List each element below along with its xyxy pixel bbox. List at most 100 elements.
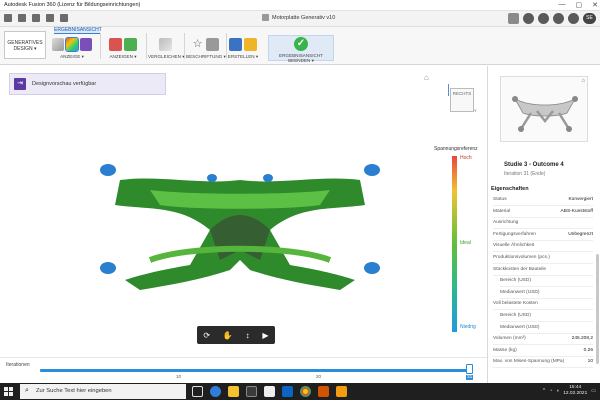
edge-icon[interactable] bbox=[210, 386, 221, 397]
mount-hole bbox=[364, 164, 380, 176]
mount-hole bbox=[263, 174, 273, 182]
property-label: Medianwert (USD) bbox=[500, 324, 540, 330]
canvas-viewport[interactable]: ⇥ Designvorschau verfügbar ⌂ RECHTS Y Sp… bbox=[0, 66, 487, 356]
legend-title: Spannungsreferenz bbox=[434, 146, 478, 152]
close-button[interactable]: ✕ bbox=[592, 1, 598, 9]
home-icon[interactable]: ⌂ bbox=[424, 73, 429, 82]
file-explorer-icon[interactable] bbox=[228, 386, 239, 397]
chevron-down-icon: ▾ bbox=[134, 54, 137, 59]
app-title: Autodesk Fusion 360 (Lizenz für Bildungs… bbox=[4, 2, 141, 8]
z-axis-line bbox=[448, 84, 449, 96]
viewcube[interactable]: RECHTS Y bbox=[446, 84, 478, 116]
orbit-icon[interactable]: ⟳ bbox=[203, 331, 210, 340]
timeline-track[interactable] bbox=[40, 369, 468, 372]
mount-hole bbox=[100, 164, 116, 176]
property-label: Volumen (mm³) bbox=[493, 336, 526, 342]
user-avatar[interactable]: SE bbox=[583, 13, 596, 24]
generative-model[interactable] bbox=[90, 150, 390, 300]
group-anzeigen-label: ANZEIGEN bbox=[109, 54, 133, 59]
group-vergleichen[interactable]: VERGLEICHEN ▾ bbox=[148, 36, 185, 60]
camera-icon[interactable]: ▶ bbox=[262, 331, 268, 340]
viewcube-face[interactable]: RECHTS bbox=[450, 88, 474, 112]
group-vergleichen-label: VERGLEICHEN bbox=[148, 54, 181, 59]
property-label: Stückkosten der Bauteile bbox=[493, 266, 547, 272]
data-panel-icon[interactable] bbox=[4, 14, 12, 22]
notification-center-icon[interactable]: ▭ bbox=[591, 388, 596, 394]
ribbon-toolbar: GENERATIVES DESIGN ▾ ERGEBNISANSICHT ANZ… bbox=[0, 27, 600, 65]
group-erstellen[interactable]: ERSTELLEN ▾ bbox=[226, 36, 260, 60]
shape-compare-icon bbox=[80, 37, 92, 51]
wifi-icon[interactable]: ◔ bbox=[549, 388, 552, 394]
property-row: Bereich (USD) bbox=[500, 278, 593, 288]
property-row: Produktionsvolumen (pcs.) bbox=[493, 255, 593, 264]
chrome-icon[interactable] bbox=[300, 386, 311, 397]
property-label: Ausrichtung bbox=[493, 220, 519, 226]
outcome-thumbnail[interactable]: ⌂ bbox=[500, 76, 588, 142]
document-cube-icon bbox=[262, 14, 269, 21]
property-label: Masse (kg) bbox=[493, 347, 517, 353]
extensions-icon[interactable] bbox=[523, 13, 534, 24]
undo-icon[interactable] bbox=[46, 14, 54, 22]
taskbar-apps bbox=[192, 386, 347, 397]
property-row: Bereich (USD) bbox=[500, 313, 593, 322]
preview-icon: ⇥ bbox=[14, 78, 26, 90]
checkmark-icon: ✓ bbox=[294, 37, 308, 51]
maximize-button[interactable]: ▢ bbox=[576, 1, 583, 9]
property-row: Status Konvergiert bbox=[493, 197, 593, 206]
windows-taskbar: ⌕ Zur Suche Text hier eingeben ^ ◔ ◖ 15:… bbox=[0, 383, 600, 400]
create-design-icon bbox=[229, 37, 242, 51]
property-row: Max. von Mises-Spannung (MPa) 10 bbox=[493, 359, 593, 369]
property-row: Medianwert (USD) bbox=[500, 325, 593, 334]
design-preview-banner[interactable]: ⇥ Designvorschau verfügbar bbox=[9, 73, 166, 95]
property-label: Visuelle Ähnlichkeit bbox=[493, 243, 535, 249]
study-subtitle: Iteration 31 (Ende) bbox=[504, 171, 546, 177]
redo-icon[interactable] bbox=[60, 14, 68, 22]
property-row: Visuelle Ähnlichkeit bbox=[493, 243, 593, 253]
visual-style-icon bbox=[52, 37, 64, 51]
property-label: Produktionsvolumen (pcs.) bbox=[493, 255, 550, 260]
finish-result-view-button[interactable]: ✓ ERGEBNISANSICHT BEENDEN ▾ bbox=[268, 35, 334, 63]
panel-scrollbar[interactable] bbox=[596, 254, 599, 364]
pin-icon[interactable]: ⌂ bbox=[581, 78, 585, 84]
legend-high: Hoch bbox=[460, 155, 472, 161]
document-tab[interactable]: Motorplatte Generativ v10 bbox=[262, 14, 335, 21]
amazon-icon[interactable] bbox=[264, 386, 275, 397]
stress-display-icon bbox=[65, 36, 79, 52]
fusion-360-icon[interactable] bbox=[336, 386, 347, 397]
legend-ideal: Ideal bbox=[460, 240, 471, 246]
tab-ergebnisansicht[interactable]: ERGEBNISANSICHT bbox=[54, 27, 102, 34]
search-placeholder: Zur Suche Text hier eingeben bbox=[36, 388, 112, 394]
group-anzeige[interactable]: ANZEIGE ▾ bbox=[52, 36, 92, 60]
group-erstellen-label: ERSTELLEN bbox=[227, 54, 255, 59]
show-mesh-icon bbox=[124, 37, 137, 51]
group-anzeige-label: ANZEIGE bbox=[60, 54, 81, 59]
help-icon[interactable] bbox=[568, 13, 579, 24]
dropbox-icon[interactable] bbox=[282, 386, 293, 397]
property-label: Medianwert (USD) bbox=[500, 289, 540, 295]
group-anzeigen[interactable]: ANZEIGEN ▾ bbox=[104, 36, 142, 60]
property-row: Stückkosten der Bauteile bbox=[493, 267, 593, 276]
job-status-icon[interactable] bbox=[538, 13, 549, 24]
divider bbox=[184, 33, 185, 59]
taskbar-clock[interactable]: 15:44 12.02.2021 bbox=[563, 385, 587, 397]
property-row: Voll belastete Kosten bbox=[493, 301, 593, 311]
chevron-up-icon[interactable]: ^ bbox=[543, 388, 545, 394]
save-icon[interactable] bbox=[32, 14, 40, 22]
group-beschriftung[interactable]: ☆ BESCHRIFTUNG ▾ bbox=[186, 36, 226, 60]
minimize-button[interactable]: — bbox=[559, 1, 566, 9]
workspace-selector[interactable]: GENERATIVES DESIGN ▾ bbox=[4, 31, 46, 59]
pan-hand-icon[interactable]: ✋ bbox=[223, 331, 233, 340]
notifications-icon[interactable] bbox=[553, 13, 564, 24]
outcome-thumbnail-image bbox=[512, 96, 578, 132]
store-icon[interactable] bbox=[246, 386, 257, 397]
file-menu-icon[interactable] bbox=[18, 14, 26, 22]
powerpoint-icon[interactable] bbox=[318, 386, 329, 397]
tab-bar: Motorplatte Generativ v10 SE bbox=[0, 11, 600, 27]
volume-icon[interactable]: ◖ bbox=[556, 388, 559, 394]
timeline-slider-handle[interactable] bbox=[466, 364, 473, 374]
new-tab-icon[interactable] bbox=[508, 13, 519, 24]
zoom-icon[interactable]: ↕ bbox=[246, 331, 250, 340]
task-view-icon[interactable] bbox=[192, 386, 203, 397]
windows-start-icon[interactable] bbox=[4, 387, 13, 396]
taskbar-search-box[interactable]: ⌕ Zur Suche Text hier eingeben bbox=[20, 384, 186, 399]
